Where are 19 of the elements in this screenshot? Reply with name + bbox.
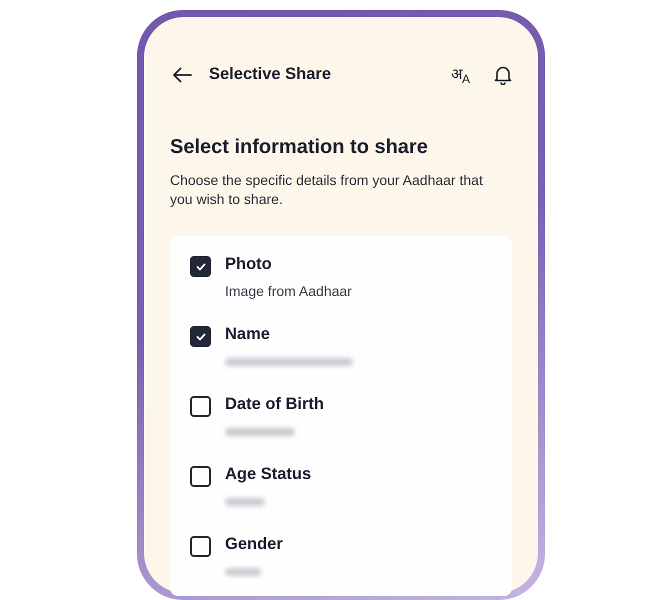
section-description: Choose the specific details from your Aadhaar that you wish to share. xyxy=(170,171,484,209)
check-icon xyxy=(196,332,206,340)
field-detail: Image from Aadhaar xyxy=(225,283,352,299)
checkbox[interactable] xyxy=(190,536,211,557)
bell-icon[interactable] xyxy=(494,64,512,84)
field-label: Date of Birth xyxy=(225,395,324,414)
back-arrow-icon[interactable] xyxy=(172,66,192,82)
field-label: Age Status xyxy=(225,465,312,484)
field-label: Photo xyxy=(225,255,273,274)
section-heading: Select information to share xyxy=(170,136,429,159)
checkbox[interactable] xyxy=(190,256,211,277)
language-button[interactable]: अ$_{A}$ xyxy=(450,63,470,86)
checkbox[interactable] xyxy=(190,326,211,347)
checkbox[interactable] xyxy=(190,466,211,487)
checkbox[interactable] xyxy=(190,396,211,417)
check-icon xyxy=(196,262,206,270)
field-label: Name xyxy=(225,325,271,344)
field-label: Gender xyxy=(225,535,283,554)
screen-title: Selective Share xyxy=(209,65,332,84)
